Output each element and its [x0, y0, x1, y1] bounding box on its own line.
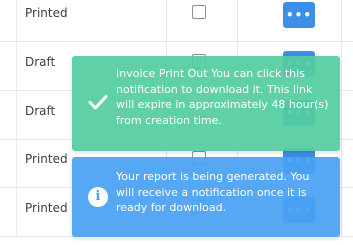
table-row: Printed •••	[0, 0, 353, 42]
checkmark-icon	[88, 95, 108, 110]
status-label: Draft	[25, 104, 56, 118]
status-label: Draft	[25, 55, 56, 69]
report-generating-toast[interactable]: i Your report is being generated. You wi…	[72, 157, 340, 237]
notification-message: Invoice Print Out You can click this not…	[116, 67, 329, 127]
notification-message: Your report is being generated. You will…	[116, 170, 310, 214]
download-notification-toast[interactable]: Invoice Print Out You can click this not…	[72, 56, 340, 151]
info-icon: i	[88, 187, 108, 207]
row-checkbox[interactable]	[192, 5, 206, 19]
status-label: Printed	[25, 152, 68, 166]
status-label: Printed	[25, 6, 68, 20]
more-actions-button[interactable]: •••	[283, 2, 315, 28]
status-label: Printed	[25, 201, 68, 215]
